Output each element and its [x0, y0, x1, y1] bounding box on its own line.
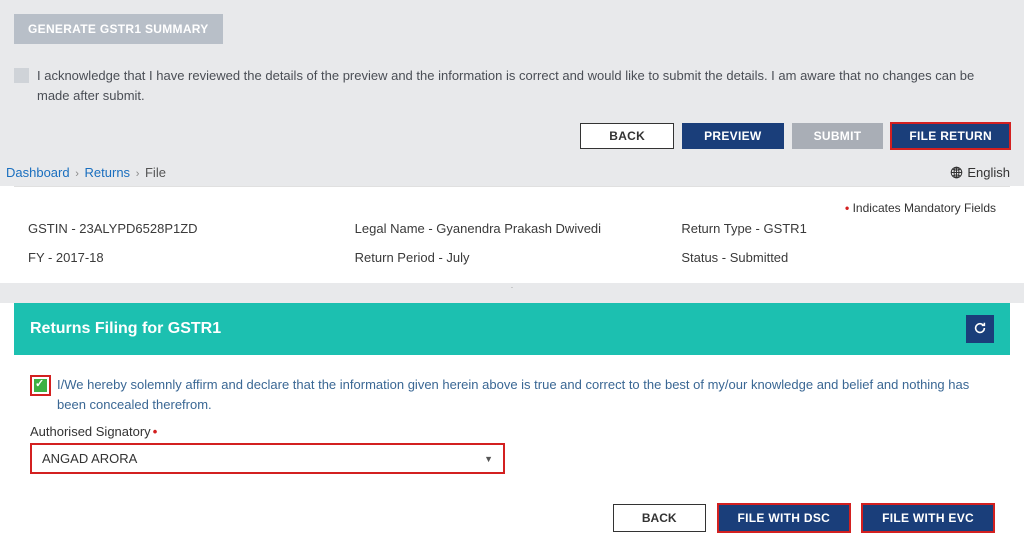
return-type-value: Return Type - GSTR1	[681, 221, 996, 236]
mandatory-star-icon: •	[845, 201, 849, 215]
affirm-checkbox[interactable]	[30, 375, 51, 396]
mandatory-star-icon: •	[153, 424, 158, 439]
return-period-value: Return Period - July	[355, 250, 670, 265]
check-icon	[34, 379, 47, 392]
globe-icon	[950, 166, 963, 179]
acknowledge-text: I acknowledge that I have reviewed the d…	[37, 66, 1010, 105]
authorised-signatory-select[interactable]: ANGAD ARORA ▼	[30, 443, 505, 474]
authorised-signatory-label: Authorised Signatory•	[30, 424, 994, 439]
preview-button[interactable]: PREVIEW	[682, 123, 783, 149]
returns-filing-title: Returns Filing for GSTR1	[30, 320, 221, 338]
language-label: English	[967, 165, 1010, 180]
back-button[interactable]: BACK	[580, 123, 674, 149]
breadcrumb-returns-link[interactable]: Returns	[85, 165, 131, 180]
file-return-button[interactable]: FILE RETURN	[891, 123, 1010, 149]
breadcrumb-dashboard-link[interactable]: Dashboard	[6, 165, 70, 180]
acknowledge-checkbox[interactable]	[14, 68, 29, 83]
breadcrumb-separator: ›	[136, 168, 140, 180]
authorised-signatory-value: ANGAD ARORA	[42, 451, 137, 466]
file-with-dsc-button[interactable]: FILE WITH DSC	[718, 504, 851, 532]
chevron-down-icon: ▼	[484, 454, 493, 464]
language-selector[interactable]: English	[950, 165, 1010, 180]
gstin-value: GSTIN - 23ALYPD6528P1ZD	[28, 221, 343, 236]
fy-value: FY - 2017-18	[28, 250, 343, 265]
breadcrumb: Dashboard › Returns › File	[6, 165, 166, 180]
status-value: Status - Submitted	[681, 250, 996, 265]
refresh-icon	[973, 321, 987, 338]
affirm-declaration-text: I/We hereby solemnly affirm and declare …	[57, 375, 994, 414]
mandatory-fields-note: • Indicates Mandatory Fields	[28, 201, 996, 215]
file-with-evc-button[interactable]: FILE WITH EVC	[862, 504, 994, 532]
generate-gstr1-summary-button[interactable]: GENERATE GSTR1 SUMMARY	[14, 14, 223, 44]
breadcrumb-separator: ›	[75, 168, 79, 180]
refresh-button[interactable]	[966, 315, 994, 343]
legal-name-value: Legal Name - Gyanendra Prakash Dwivedi	[355, 221, 670, 236]
submit-button: SUBMIT	[792, 123, 884, 149]
breadcrumb-current: File	[145, 165, 166, 180]
back-button-form[interactable]: BACK	[613, 504, 706, 532]
